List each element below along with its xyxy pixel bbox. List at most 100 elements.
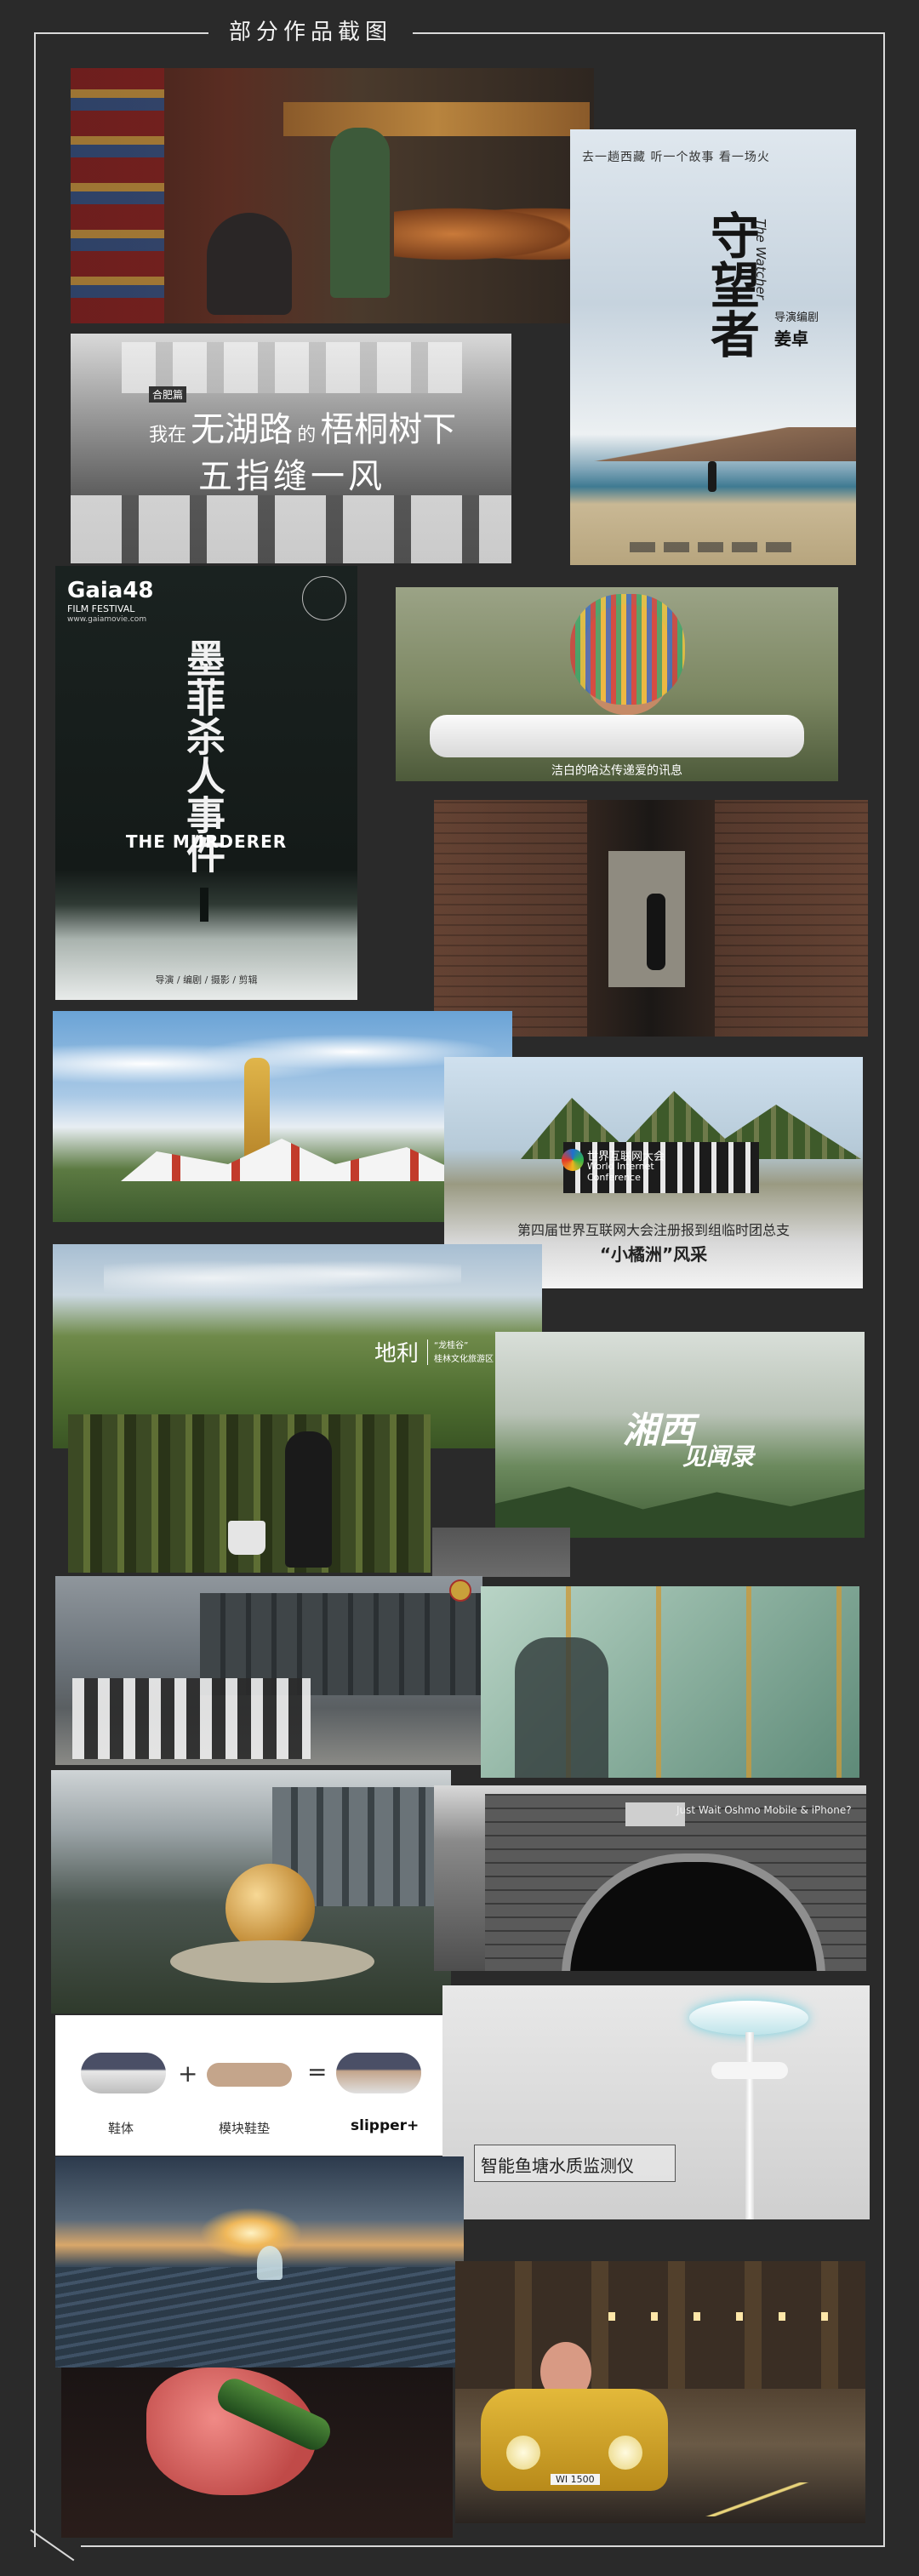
still-police <box>55 1576 482 1765</box>
murderer-seal-icon <box>302 576 346 620</box>
dili-title: 地利 <box>374 1341 420 1367</box>
murderer-brand: Gaia48 <box>67 578 154 603</box>
slipper-label-product: slipper+ <box>351 2117 420 2134</box>
poster-mountains <box>570 427 856 461</box>
poster-credit-label: 导演编剧 <box>774 311 819 324</box>
poster-logos <box>630 542 800 552</box>
still-temple <box>53 1011 512 1222</box>
still-glass-panels <box>481 1586 859 1778</box>
still-xiangxi: 湘西 见闻录 <box>495 1332 865 1538</box>
dili-divider <box>427 1339 428 1365</box>
tibet-girl-caption: 洁白的哈达传递爱的讯息 <box>551 764 682 778</box>
still-corridor <box>434 800 868 1037</box>
train-line1-b: 无湖路 <box>191 410 294 449</box>
still-hazy-strip <box>432 1528 570 1577</box>
still-animation-hand <box>61 2368 453 2538</box>
poster-tagline: 去一趟西藏 听一个故事 看一场火 <box>582 151 770 164</box>
slipper-pad-image <box>207 2063 292 2087</box>
conference-logo-icon <box>562 1149 584 1171</box>
monitor-stem <box>745 2032 754 2219</box>
monitor-arm <box>711 2062 788 2079</box>
floating-device <box>257 2246 283 2280</box>
murderer-figure <box>200 888 208 922</box>
poster-figure <box>708 461 716 492</box>
slipper-plus: + <box>178 2059 198 2088</box>
still-animation-car: WI 1500 <box>455 2261 865 2523</box>
car-headlight-right <box>608 2436 642 2470</box>
poster-shouwangzhe: 去一趟西藏 听一个故事 看一场火 守望者 The Watcher 导演编剧 姜卓 <box>570 129 856 565</box>
frame-left <box>34 32 36 2547</box>
city-gate-caption: Just Wait Oshmo Mobile & iPhone? <box>676 1804 852 1816</box>
slipper-equals: = <box>307 2058 328 2086</box>
train-small-label: 合肥篇 <box>149 386 187 403</box>
poster-murderer: Gaia48 FILM FESTIVAL www.gaiamovie.com 墨… <box>55 566 357 1000</box>
water-monitor-label: 智能鱼塘水质监测仪 <box>481 2156 634 2176</box>
wuzhen-logo-en1: World Internet <box>587 1161 654 1172</box>
murderer-title-en: THE MURDERER <box>125 831 288 852</box>
murderer-site: www.gaiamovie.com <box>67 615 147 624</box>
still-bamboo <box>68 1414 431 1573</box>
poster-english: The Watcher <box>753 219 768 300</box>
slipper-product: + = 鞋体 模块鞋垫 slipper+ <box>55 2015 443 2156</box>
ocean-waves <box>55 2267 464 2368</box>
page-title: 部分作品截图 <box>228 20 392 45</box>
train-line1-a: 我在 <box>149 425 187 446</box>
street-buildings <box>455 2261 865 2389</box>
murderer-credits: 导演 / 编剧 / 摄影 / 剪辑 <box>155 974 258 985</box>
police-emblem-icon <box>449 1579 471 1602</box>
corridor-bricks-left <box>434 800 587 1037</box>
bamboo-man <box>285 1431 332 1568</box>
temple-roofs <box>121 1139 478 1181</box>
standing-figure <box>330 128 390 298</box>
still-city-gate: Just Wait Oshmo Mobile & iPhone? <box>434 1785 866 1971</box>
monitor-top-disc <box>689 2001 808 2035</box>
sun-glow <box>200 2208 302 2259</box>
xiangxi-title-line2: 见闻录 <box>682 1442 755 1471</box>
still-ocean-sunset <box>55 2156 464 2368</box>
frame-top-left <box>34 32 208 34</box>
street-lamps <box>608 2312 830 2321</box>
poster-title: 守望者 <box>702 210 760 358</box>
car-headlight-left <box>506 2436 540 2470</box>
aerial-plaza <box>170 1940 374 1983</box>
slipper-label-pad: 模块鞋垫 <box>219 2121 271 2136</box>
golden-buddha <box>244 1058 270 1160</box>
bamboo-bucket <box>228 1521 265 1555</box>
wuzhen-logo-en2: Conference <box>587 1172 641 1183</box>
train-line2: 五指缝一风 <box>198 457 385 496</box>
slipper-body-image <box>81 2053 166 2093</box>
slipper-label-body: 鞋体 <box>108 2121 134 2136</box>
police-motorcycles <box>72 1678 311 1759</box>
murderer-brand-sub: FILM FESTIVAL <box>67 603 135 614</box>
girl-headdress <box>570 594 685 705</box>
road-lines <box>668 2482 864 2516</box>
train-line1-d: 梧桐树下 <box>320 410 457 449</box>
frame-right <box>883 32 885 2547</box>
still-aerial-city <box>51 1770 451 2013</box>
still-tibet-girl: 洁白的哈达传递爱的讯息 <box>396 587 838 781</box>
poster-director: 姜卓 <box>774 328 808 349</box>
water-monitor: 智能鱼塘水质监测仪 <box>442 1985 870 2219</box>
temple-clouds <box>53 1028 512 1088</box>
dili-sub1: “龙桂谷” <box>434 1341 469 1351</box>
dili-sub2: 桂林文化旅游区 <box>434 1355 494 1364</box>
glass-person <box>515 1637 608 1778</box>
corridor-figure <box>647 894 665 970</box>
khata-scarf <box>430 715 804 757</box>
train-line1: 我在 无湖路 的 梧桐树下 <box>149 402 456 451</box>
still-train: 合肥篇 我在 无湖路 的 梧桐树下 五指缝一风 <box>71 334 511 563</box>
train-seats <box>71 495 511 563</box>
train-line1-c: 的 <box>297 425 317 446</box>
train-ceiling-lights <box>122 342 462 393</box>
corridor-bricks-right <box>715 800 868 1037</box>
frame-top-right <box>413 32 885 34</box>
frame-bottom-right <box>81 2545 885 2547</box>
wuzhen-caption: 第四届世界互联网大会注册报到组临时团总支 <box>517 1222 790 1238</box>
car-plate: WI 1500 <box>551 2474 600 2485</box>
still-tibetan-kitchen <box>71 68 594 323</box>
dili-cloud <box>104 1253 461 1295</box>
decorated-wall <box>71 68 164 323</box>
seated-figure <box>207 213 292 315</box>
kitchen-shelf <box>283 102 590 136</box>
slipper-product-image <box>336 2053 421 2093</box>
